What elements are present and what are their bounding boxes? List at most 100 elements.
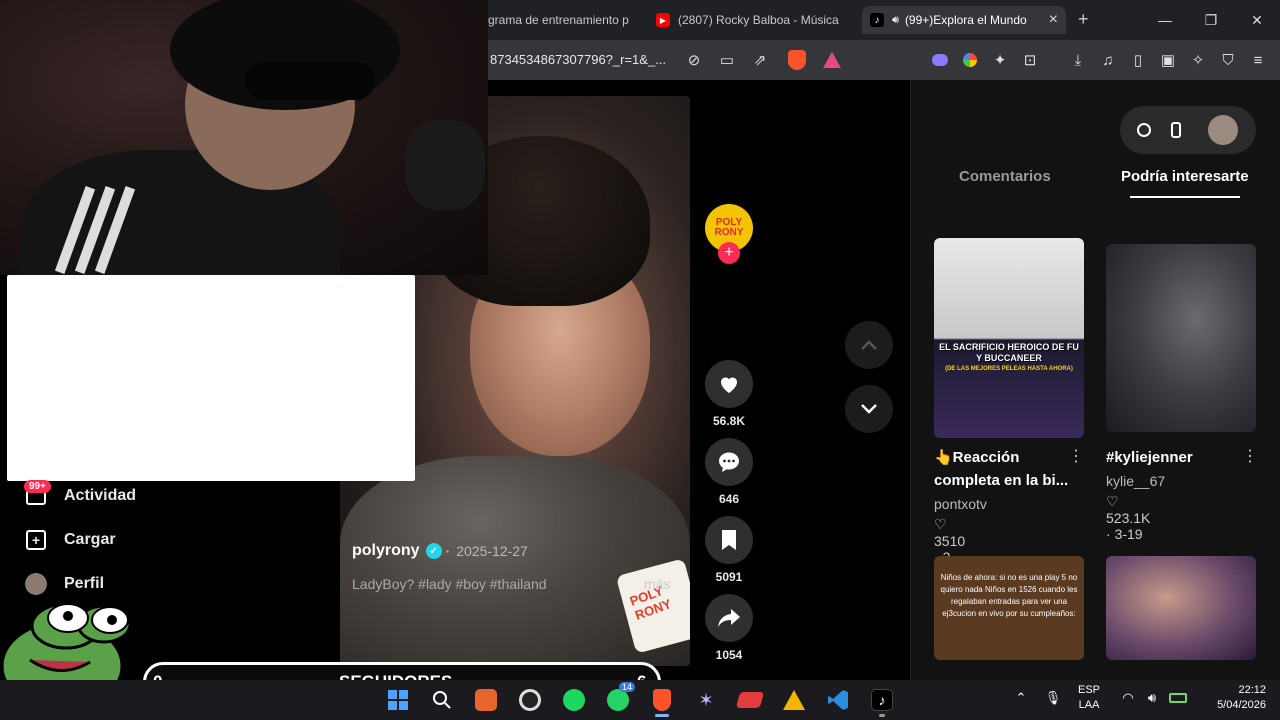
color-extension-icon[interactable] <box>958 48 982 72</box>
active-app-indicator <box>655 714 669 717</box>
running-app-indicator <box>879 714 885 717</box>
thumbnail-caption: Niños de ahora: si no es una play 5 no q… <box>940 573 1078 618</box>
volume-icon[interactable]: 🔊︎ <box>1142 688 1162 708</box>
thumbnail-subcaption: (DE LAS MEJORES PELEAS HASTA AHORA) <box>945 366 1073 372</box>
heart-outline-icon: ♡ <box>934 516 947 532</box>
brave-shield-icon[interactable] <box>785 48 809 72</box>
clock[interactable]: 22:12 5/04/2026 <box>1196 683 1266 713</box>
next-video-button[interactable] <box>845 385 893 433</box>
battery-icon[interactable] <box>1168 688 1188 708</box>
save-count: 5091 <box>715 570 743 584</box>
card-title[interactable]: #kyliejenner <box>1106 446 1256 469</box>
more-options-icon[interactable]: ⋮ <box>1068 446 1084 466</box>
share-arrow-icon <box>718 609 740 627</box>
webcam-glasses <box>245 62 375 100</box>
close-tab-icon[interactable]: × <box>1049 11 1058 29</box>
cast-icon[interactable]: ▭ <box>715 48 739 72</box>
red-app-icon[interactable] <box>734 684 766 716</box>
card-author[interactable]: kylie__67 <box>1106 473 1165 489</box>
search-icon[interactable] <box>426 684 458 716</box>
download-icon[interactable]: ⤓ <box>1066 48 1090 72</box>
tiktok-coin-icon[interactable] <box>1134 120 1154 140</box>
chevron-down-icon <box>861 404 877 414</box>
whatsapp-icon[interactable]: 14 <box>602 682 636 716</box>
author-name[interactable]: polyrony <box>352 542 420 560</box>
address-bar[interactable]: 8734534867307796?_r=1&_... <box>490 52 666 67</box>
app-orange-icon[interactable] <box>470 684 502 716</box>
menu-icon[interactable]: ≡ <box>1246 48 1270 72</box>
yellow-app-icon[interactable] <box>778 684 810 716</box>
share-count: 1054 <box>715 648 743 662</box>
card-author[interactable]: pontxotv <box>934 496 987 512</box>
upload-plus-icon: + <box>24 528 48 552</box>
vpn-icon[interactable]: ⛉ <box>1216 48 1240 72</box>
spotify-icon[interactable] <box>558 684 590 716</box>
tiktok-app-icon[interactable]: ♪ <box>866 684 898 716</box>
magic-app-icon[interactable]: ✶ <box>690 684 722 716</box>
screenshot-icon[interactable]: ⊡ <box>1018 48 1042 72</box>
tab-youtube-rocky[interactable]: ▶ (2807) Rocky Balboa - Música <box>656 6 856 34</box>
follow-plus-icon[interactable]: + <box>718 242 740 264</box>
profile-avatar[interactable] <box>1208 115 1238 145</box>
video-description: LadyBoy? #lady #boy #thailand <box>352 576 547 592</box>
media-icon[interactable]: ♫ <box>1096 48 1120 72</box>
tab-label: (2807) Rocky Balboa - Música <box>678 13 839 27</box>
brave-browser-icon[interactable] <box>646 684 678 716</box>
clock-time: 22:12 <box>1238 684 1266 696</box>
sidebar-item-label: Actividad <box>64 487 137 504</box>
save-button[interactable] <box>705 516 753 564</box>
notification-badge: 99+ <box>24 480 51 493</box>
minimize-icon[interactable]: — <box>1150 8 1180 32</box>
active-tab-indicator <box>1130 196 1240 198</box>
vscode-icon[interactable] <box>822 684 854 716</box>
more-options-icon[interactable]: ⋮ <box>1242 446 1258 466</box>
more-link[interactable]: más <box>644 576 670 592</box>
tray-overflow-icon[interactable]: ⌃ <box>1011 688 1031 708</box>
windows-start-icon[interactable] <box>382 684 414 716</box>
extension-icon[interactable] <box>928 48 952 72</box>
restore-icon[interactable]: ❐ <box>1196 8 1226 32</box>
obs-icon[interactable] <box>514 684 546 716</box>
tiktok-icon: ♪ <box>870 13 884 27</box>
wallet-icon[interactable]: ▣ <box>1156 48 1180 72</box>
share-icon[interactable]: ⇗ <box>748 48 772 72</box>
video-author[interactable]: polyrony ✓ · 2025-12-27 <box>352 542 528 560</box>
new-tab-icon[interactable]: + <box>1078 9 1089 30</box>
no-tracking-icon[interactable]: ⊘ <box>682 48 706 72</box>
keyboard-language[interactable]: ESP LAA <box>1078 683 1100 713</box>
heart-icon <box>721 377 737 393</box>
phone-icon[interactable] <box>1166 120 1186 140</box>
brave-rewards-icon[interactable] <box>820 48 844 72</box>
tab-training-program[interactable]: grama de entrenamiento p <box>488 6 638 34</box>
close-window-icon[interactable]: ✕ <box>1242 8 1272 32</box>
clock-date: 5/04/2026 <box>1217 699 1266 711</box>
tab-related[interactable]: Podría interesarte <box>1121 168 1249 185</box>
video-thumbnail[interactable] <box>1106 244 1256 432</box>
verified-icon: ✓ <box>425 543 442 559</box>
webcam-mic <box>405 120 485 210</box>
tab-label: grama de entrenamiento p <box>488 13 629 27</box>
like-count: 56.8K <box>712 414 746 428</box>
whatsapp-badge: 14 <box>619 682 636 692</box>
share-button[interactable] <box>705 594 753 642</box>
video-thumbnail[interactable]: Niños de ahora: si no es una play 5 no q… <box>934 556 1084 660</box>
leo-ai-icon[interactable]: ✧ <box>1186 48 1210 72</box>
like-button[interactable] <box>705 360 753 408</box>
tab-tiktok-active[interactable]: ♪ 🔊︎ (99+)Explora el Mundo × <box>862 6 1066 34</box>
comment-icon <box>719 452 739 472</box>
comment-button[interactable] <box>705 438 753 486</box>
card-likes: 3510 <box>934 533 966 549</box>
sidebar-item-upload[interactable]: + Cargar <box>24 528 116 552</box>
microphone-icon[interactable]: 🎙︎ <box>1043 688 1063 708</box>
tab-comments[interactable]: Comentarios <box>959 168 1051 185</box>
video-thumbnail[interactable] <box>1106 556 1256 660</box>
overlay-white-panel <box>7 275 415 481</box>
puzzle-icon[interactable]: ✦ <box>988 48 1012 72</box>
card-title[interactable]: 👆Reacción completa en la bi... <box>934 446 1084 492</box>
wifi-icon[interactable]: ◠ <box>1118 688 1138 708</box>
card-likes: 523.1K <box>1106 510 1151 526</box>
speaker-icon[interactable]: 🔊︎ <box>892 14 899 27</box>
video-thumbnail[interactable]: EL SACRIFICIO HEROICO DE FU Y BUCCANEER … <box>934 238 1084 438</box>
previous-video-button[interactable] <box>845 321 893 369</box>
sidebar-icon[interactable]: ▯ <box>1126 48 1150 72</box>
